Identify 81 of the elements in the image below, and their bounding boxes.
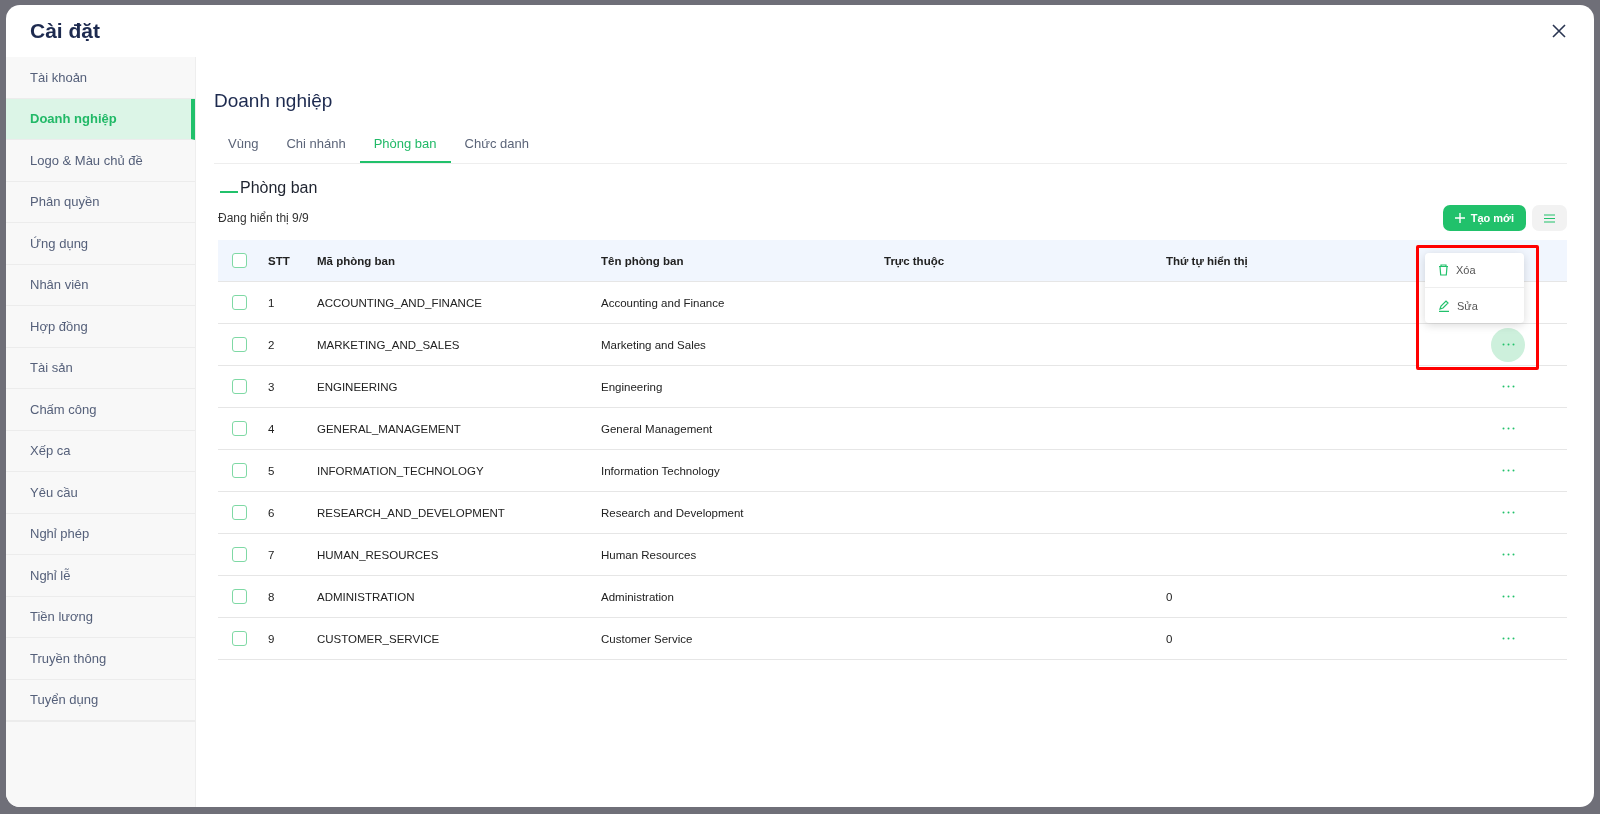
table-cell: Administration	[601, 590, 674, 603]
sidebar-item[interactable]: Ứng dụng	[6, 223, 195, 265]
column-header: Thứ tự hiển thị	[1166, 254, 1248, 267]
record-count: Đang hiển thị 9/9	[218, 211, 309, 225]
section-accent	[220, 191, 238, 193]
more-icon	[1501, 343, 1515, 346]
table-cell: 5	[268, 464, 275, 477]
table-cell: Accounting and Finance	[601, 296, 725, 309]
table-cell: INFORMATION_TECHNOLOGY	[317, 464, 484, 477]
sidebar-item[interactable]: Nhân viên	[6, 264, 195, 306]
sidebar-item[interactable]: Tài khoản	[6, 57, 195, 99]
section-title: Phòng ban	[240, 179, 318, 197]
menu-item[interactable]: Sửa	[1425, 288, 1524, 323]
sidebar-item[interactable]: Tuyển dụng	[6, 679, 195, 721]
checkbox[interactable]	[232, 295, 247, 310]
table-cell: Customer Service	[601, 632, 693, 645]
tab[interactable]: Chi nhánh	[272, 128, 360, 163]
table-cell: MARKETING_AND_SALES	[317, 338, 460, 351]
tab[interactable]: Vùng	[214, 128, 273, 163]
column-header: STT	[268, 254, 290, 267]
sidebar-item[interactable]: Hợp đồng	[6, 306, 195, 348]
table-cell: CUSTOMER_SERVICE	[317, 632, 440, 645]
more-icon	[1501, 469, 1515, 472]
checkbox[interactable]	[232, 421, 247, 436]
sidebar-item[interactable]: Chấm công	[6, 389, 195, 431]
sidebar-item[interactable]: Tài sản	[6, 347, 195, 389]
table-cell: 0	[1166, 590, 1173, 603]
more-icon	[1501, 427, 1515, 430]
table-cell: ACCOUNTING_AND_FINANCE	[317, 296, 482, 309]
sidebar-item[interactable]: Yêu cầu	[6, 472, 195, 514]
table-cell: 0	[1166, 632, 1173, 645]
table-cell: Human Resources	[601, 548, 697, 561]
more-icon	[1501, 385, 1515, 388]
table-cell: 2	[268, 338, 275, 351]
sidebar-item[interactable]: Nghỉ phép	[6, 513, 195, 555]
checkbox[interactable]	[232, 547, 247, 562]
table-cell: 9	[268, 632, 275, 645]
table-cell: Research and Development	[601, 506, 744, 519]
tab[interactable]: Chức danh	[450, 128, 543, 163]
page-title: Doanh nghiệp	[214, 90, 334, 113]
table-cell: RESEARCH_AND_DEVELOPMENT	[317, 506, 505, 519]
checkbox[interactable]	[232, 631, 247, 646]
menu-icon[interactable]	[1532, 205, 1567, 231]
sidebar-item[interactable]: Tiền lương	[6, 596, 195, 638]
table-cell: Engineering	[601, 380, 663, 393]
column-header: Tên phòng ban	[601, 254, 684, 267]
trash-icon	[1438, 264, 1449, 276]
checkbox[interactable]	[232, 505, 247, 520]
checkbox[interactable]	[232, 337, 247, 352]
table-cell: General Management	[601, 422, 713, 435]
checkbox[interactable]	[232, 253, 247, 268]
more-icon	[1501, 511, 1515, 514]
table-cell: ENGINEERING	[317, 380, 398, 393]
table-cell: Information Technology	[601, 464, 720, 477]
table-cell: 8	[268, 590, 275, 603]
table-cell: HUMAN_RESOURCES	[317, 548, 439, 561]
column-header: Mã phòng ban	[317, 254, 395, 267]
plus-icon	[1454, 213, 1465, 223]
pencil-icon	[1438, 299, 1450, 312]
table-cell: ADMINISTRATION	[317, 590, 415, 603]
checkbox[interactable]	[232, 589, 247, 604]
checkbox[interactable]	[232, 463, 247, 478]
menu-item[interactable]: Xóa	[1425, 253, 1524, 288]
sidebar-item[interactable]: Truyền thông	[6, 638, 195, 680]
table-cell: 1	[268, 296, 275, 309]
table-cell: 3	[268, 380, 275, 393]
column-header: Trực thuộc	[884, 254, 945, 267]
table-cell: 6	[268, 506, 275, 519]
more-icon	[1501, 553, 1515, 556]
sidebar-item[interactable]: Nghỉ lễ	[6, 555, 195, 597]
checkbox[interactable]	[232, 379, 247, 394]
sidebar-item[interactable]: Phân quyền	[6, 181, 195, 223]
table-cell: Marketing and Sales	[601, 338, 706, 351]
more-icon	[1501, 595, 1515, 598]
table-cell: 4	[268, 422, 275, 435]
table-cell: 7	[268, 548, 275, 561]
sidebar-item[interactable]: Xếp ca	[6, 430, 195, 472]
window-title: Cài đặt	[30, 19, 100, 43]
table-cell: GENERAL_MANAGEMENT	[317, 422, 461, 435]
more-icon	[1501, 637, 1515, 640]
sidebar-item[interactable]: Logo & Màu chủ đề	[6, 140, 195, 182]
